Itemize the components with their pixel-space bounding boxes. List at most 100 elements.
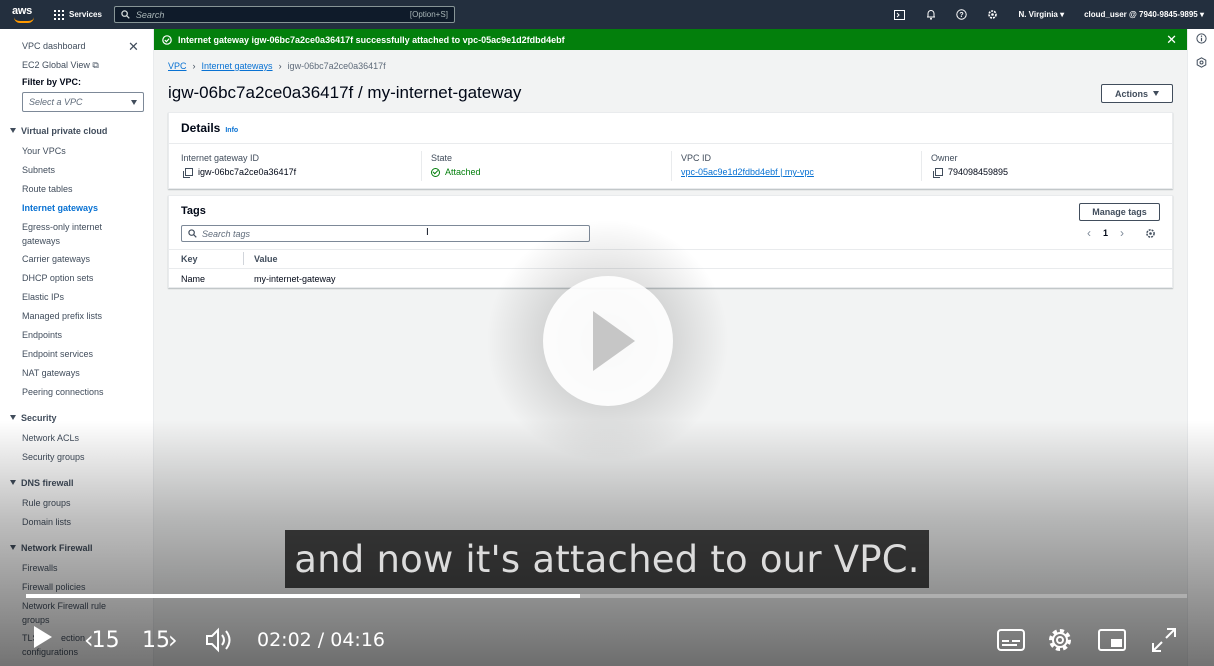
- actions-button[interactable]: Actions: [1101, 84, 1173, 103]
- preferences-icon[interactable]: [1145, 226, 1156, 244]
- volume-icon: [206, 627, 231, 653]
- sidebar-item-internet-gateways[interactable]: Internet gateways: [22, 203, 98, 213]
- section-security[interactable]: Security: [10, 413, 57, 423]
- column-divider: [421, 151, 422, 181]
- subtitles-icon: [997, 629, 1025, 651]
- details-title: Details Info: [181, 121, 239, 135]
- sidebar-item-route-tables[interactable]: Route tables: [22, 184, 73, 194]
- copy-icon[interactable]: [183, 168, 193, 178]
- video-progress-bar[interactable]: [26, 594, 1187, 598]
- subtitles-button[interactable]: [997, 627, 1025, 653]
- sidebar-item-endpoints[interactable]: Endpoints: [22, 330, 62, 340]
- settings-icon[interactable]: [977, 0, 1008, 29]
- column-divider: [671, 151, 672, 181]
- caret-down-icon: [10, 480, 16, 485]
- page-number[interactable]: 1: [1103, 228, 1108, 238]
- copy-icon[interactable]: [933, 168, 943, 178]
- settings-icon[interactable]: [1196, 57, 1207, 68]
- sidebar-item-dhcp[interactable]: DHCP option sets: [22, 273, 93, 283]
- breadcrumb-vpc[interactable]: VPC: [168, 61, 187, 71]
- play-icon: [593, 311, 635, 371]
- sidebar-item-rule-groups[interactable]: Rule groups: [22, 498, 71, 508]
- big-play-button[interactable]: [543, 276, 673, 406]
- chevron-left-icon[interactable]: ‹: [1087, 226, 1091, 240]
- sidebar-item-peering[interactable]: Peering connections: [22, 387, 104, 397]
- state-label: State: [431, 153, 453, 163]
- picture-in-picture-icon: [1098, 629, 1126, 651]
- sidebar-item-endpoint-services[interactable]: Endpoint services: [22, 349, 93, 359]
- sidebar-item-firewalls[interactable]: Firewalls: [22, 563, 58, 573]
- external-link-icon: ⧉: [92, 60, 99, 70]
- dismiss-flash-icon[interactable]: ✕: [1166, 32, 1177, 48]
- sidebar-item-your-vpcs[interactable]: Your VPCs: [22, 146, 66, 156]
- right-rail: [1187, 29, 1214, 666]
- info-link[interactable]: Info: [225, 127, 238, 134]
- picture-in-picture-button[interactable]: [1098, 627, 1126, 653]
- sidebar-item-carrier-gateways[interactable]: Carrier gateways: [22, 254, 90, 264]
- sidebar-item-nf-rule-groups-line1[interactable]: Network Firewall rule: [22, 601, 106, 611]
- sidebar-item-egress-only-line2[interactable]: gateways: [22, 236, 60, 246]
- sidebar-item-firewall-policies[interactable]: Firewall policies: [22, 582, 86, 592]
- account-menu[interactable]: cloud_user @ 7940-9845-9895 ▾: [1074, 10, 1214, 19]
- play-button[interactable]: [34, 626, 52, 648]
- section-virtual-private-cloud[interactable]: Virtual private cloud: [10, 126, 107, 136]
- page-title: igw-06bc7a2ce0a36417f / my-internet-gate…: [168, 83, 522, 102]
- sidebar-item-prefix-lists[interactable]: Managed prefix lists: [22, 311, 102, 321]
- fullscreen-button[interactable]: [1150, 626, 1178, 654]
- filter-label: Filter by VPC:: [22, 77, 82, 87]
- sidebar-item-network-acls[interactable]: Network ACLs: [22, 433, 79, 443]
- sidebar-item-security-groups[interactable]: Security groups: [22, 452, 85, 462]
- caret-down-icon: [131, 100, 137, 105]
- close-icon[interactable]: ✕: [128, 39, 139, 55]
- rewind-15-button[interactable]: ‹ 15: [84, 626, 120, 654]
- volume-button[interactable]: [205, 626, 235, 654]
- services-menu[interactable]: Services: [54, 9, 102, 20]
- vpc-filter-select[interactable]: Select a VPC: [22, 92, 144, 112]
- sidebar-item-elastic-ips[interactable]: Elastic IPs: [22, 292, 64, 302]
- gear-icon: [1048, 629, 1071, 651]
- sidebar-item-subnets[interactable]: Subnets: [22, 165, 55, 175]
- success-flash-bar: Internet gateway igw-06bc7a2ce0a36417f s…: [154, 29, 1187, 50]
- chevron-right-icon[interactable]: ›: [1120, 226, 1124, 240]
- forward-15-button[interactable]: 15 ›: [142, 626, 178, 654]
- search-icon: [121, 10, 130, 19]
- sidebar-item-tls-line2[interactable]: configurations: [22, 647, 78, 657]
- caret-down-icon: [1153, 91, 1159, 96]
- column-header-value[interactable]: Value: [254, 254, 278, 264]
- chevron-right-icon: ›: [168, 626, 178, 654]
- sidebar-item-nat-gateways[interactable]: NAT gateways: [22, 368, 80, 378]
- igw-id-label: Internet gateway ID: [181, 153, 260, 163]
- column-divider: [921, 151, 922, 181]
- sidebar-item-vpc-dashboard[interactable]: VPC dashboard: [22, 41, 86, 51]
- caret-down-icon: [10, 128, 16, 133]
- success-icon: [162, 34, 172, 45]
- aws-logo[interactable]: aws: [12, 5, 38, 25]
- sidebar-item-ec2-global-view[interactable]: EC2 Global View ⧉: [22, 60, 99, 71]
- svg-text:?: ?: [960, 12, 964, 19]
- section-dns-firewall[interactable]: DNS firewall: [10, 478, 74, 488]
- vpc-id-label: VPC ID: [681, 153, 712, 163]
- state-value: Attached: [431, 167, 481, 177]
- sidebar-item-nf-rule-groups-line2[interactable]: groups: [22, 615, 50, 625]
- tag-search-input[interactable]: Search tags I: [181, 225, 590, 242]
- column-resizer[interactable]: [243, 252, 244, 265]
- global-search-input[interactable]: Search [Option+S]: [113, 6, 455, 23]
- vpc-id-link[interactable]: vpc-05ac9e1d2fdbd4ebf | my-vpc: [681, 167, 814, 177]
- help-icon[interactable]: ?: [946, 0, 977, 29]
- video-settings-button[interactable]: [1045, 626, 1074, 654]
- owner-label: Owner: [931, 153, 958, 163]
- chevron-right-icon: ›: [192, 61, 196, 71]
- cloudshell-icon[interactable]: [884, 0, 915, 29]
- manage-tags-button[interactable]: Manage tags: [1079, 203, 1160, 221]
- sidebar-item-domain-lists[interactable]: Domain lists: [22, 517, 71, 527]
- pagination: ‹ 1 ›: [1087, 226, 1124, 240]
- sidebar-item-egress-only-line1[interactable]: Egress-only internet: [22, 222, 102, 232]
- info-icon[interactable]: [1196, 33, 1207, 44]
- owner-value: 794098459895: [933, 167, 1008, 178]
- bell-icon[interactable]: [915, 0, 946, 29]
- column-header-key[interactable]: Key: [181, 254, 198, 264]
- region-selector[interactable]: N. Virginia ▾: [1008, 10, 1074, 19]
- section-network-firewall[interactable]: Network Firewall: [10, 543, 93, 553]
- sidebar-item-tls-line1-end[interactable]: ection: [61, 633, 85, 643]
- breadcrumb-internet-gateways[interactable]: Internet gateways: [202, 61, 273, 71]
